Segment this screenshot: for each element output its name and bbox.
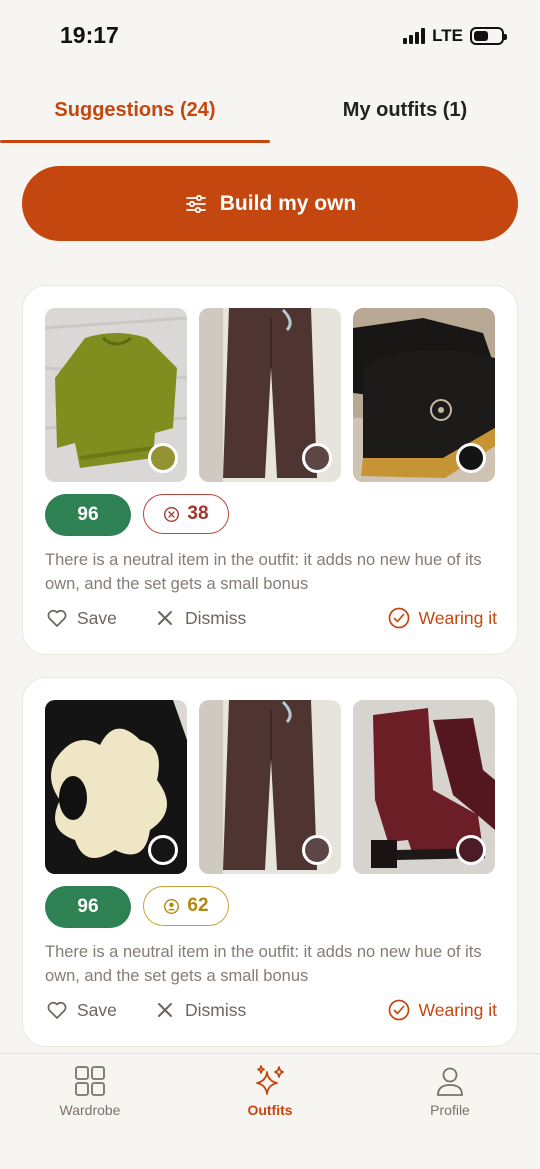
check-circle-icon bbox=[388, 607, 409, 629]
wearing-it-label: Wearing it bbox=[418, 999, 497, 1020]
color-swatch bbox=[456, 443, 486, 473]
close-icon bbox=[158, 1003, 172, 1017]
outfit-items bbox=[45, 308, 495, 482]
outfit-description: There is a neutral item in the outfit: i… bbox=[45, 551, 482, 593]
heart-icon bbox=[47, 609, 67, 627]
color-swatch bbox=[302, 443, 332, 473]
score-badges: 96 38 bbox=[45, 494, 229, 536]
sparkle-icon bbox=[256, 1065, 284, 1095]
outfit-item-boots[interactable] bbox=[353, 700, 495, 874]
active-tab-indicator bbox=[0, 140, 270, 143]
color-swatch bbox=[456, 835, 486, 865]
outfit-item-trousers[interactable] bbox=[199, 700, 341, 874]
tab-my-outfits[interactable]: My outfits (1) bbox=[270, 78, 540, 142]
match-score-badge: 96 bbox=[45, 494, 131, 536]
status-time: 19:17 bbox=[60, 22, 119, 48]
save-button[interactable]: Save bbox=[45, 998, 117, 1022]
outfit-card: 96 38 There is a neutral item in the out… bbox=[22, 285, 518, 655]
grid-icon bbox=[75, 1066, 105, 1096]
close-icon bbox=[158, 611, 172, 625]
build-my-own-label: Build my own bbox=[219, 191, 357, 215]
battery-icon bbox=[470, 27, 507, 45]
conflict-score-badge: 38 bbox=[143, 494, 229, 534]
outfit-description: There is a neutral item in the outfit: i… bbox=[45, 943, 482, 985]
nav-profile[interactable]: Profile bbox=[380, 1064, 520, 1118]
wearing-it-button[interactable]: Wearing it bbox=[387, 998, 497, 1022]
sliders-icon bbox=[185, 194, 206, 213]
heart-icon bbox=[47, 1001, 67, 1019]
network-label: LTE bbox=[432, 26, 463, 45]
outfit-card: 96 62 There is a neutral item in the out… bbox=[22, 677, 518, 1047]
color-swatch bbox=[148, 835, 178, 865]
dismiss-button[interactable]: Dismiss bbox=[153, 998, 246, 1022]
nav-wardrobe-label: Wardrobe bbox=[59, 1102, 121, 1118]
wearing-it-button[interactable]: Wearing it bbox=[387, 606, 497, 630]
outfit-item-clogs[interactable] bbox=[353, 308, 495, 482]
dismiss-label: Dismiss bbox=[185, 607, 247, 628]
match-score-badge: 96 bbox=[45, 886, 131, 928]
person-score-badge: 62 bbox=[143, 886, 229, 926]
person-circle-icon bbox=[164, 898, 180, 914]
build-my-own-button[interactable]: Build my own bbox=[22, 166, 518, 241]
nav-outfits-label: Outfits bbox=[247, 1102, 293, 1118]
status-bar: 19:17 LTE bbox=[0, 0, 540, 70]
outfit-items bbox=[45, 700, 495, 874]
signal-icon bbox=[403, 28, 426, 44]
tab-bar: Suggestions (24) My outfits (1) bbox=[0, 78, 540, 144]
person-icon bbox=[437, 1067, 463, 1096]
outfit-item-top[interactable] bbox=[45, 700, 187, 874]
wearing-it-label: Wearing it bbox=[418, 607, 497, 628]
status-indicators: LTE bbox=[403, 26, 507, 46]
color-swatch bbox=[148, 443, 178, 473]
conflict-score-value: 38 bbox=[187, 503, 209, 524]
color-swatch bbox=[302, 835, 332, 865]
score-badges: 96 62 bbox=[45, 886, 229, 928]
dismiss-label: Dismiss bbox=[185, 999, 247, 1020]
dismiss-button[interactable]: Dismiss bbox=[153, 606, 246, 630]
nav-profile-label: Profile bbox=[430, 1102, 470, 1118]
nav-outfits[interactable]: Outfits bbox=[200, 1064, 340, 1118]
save-label: Save bbox=[77, 607, 117, 628]
outfit-item-trousers[interactable] bbox=[199, 308, 341, 482]
tab-suggestions[interactable]: Suggestions (24) bbox=[0, 78, 270, 142]
person-score-value: 62 bbox=[187, 895, 209, 916]
nav-wardrobe[interactable]: Wardrobe bbox=[20, 1064, 160, 1118]
save-label: Save bbox=[77, 999, 117, 1020]
outfit-actions: Save Dismiss Wearing it bbox=[45, 606, 497, 634]
save-button[interactable]: Save bbox=[45, 606, 117, 630]
outfit-item-sweater[interactable] bbox=[45, 308, 187, 482]
outfit-actions: Save Dismiss Wearing it bbox=[45, 998, 497, 1026]
check-circle-icon bbox=[388, 999, 409, 1021]
x-circle-icon bbox=[164, 506, 180, 522]
bottom-nav: Wardrobe Outfits Profile bbox=[0, 1053, 540, 1169]
